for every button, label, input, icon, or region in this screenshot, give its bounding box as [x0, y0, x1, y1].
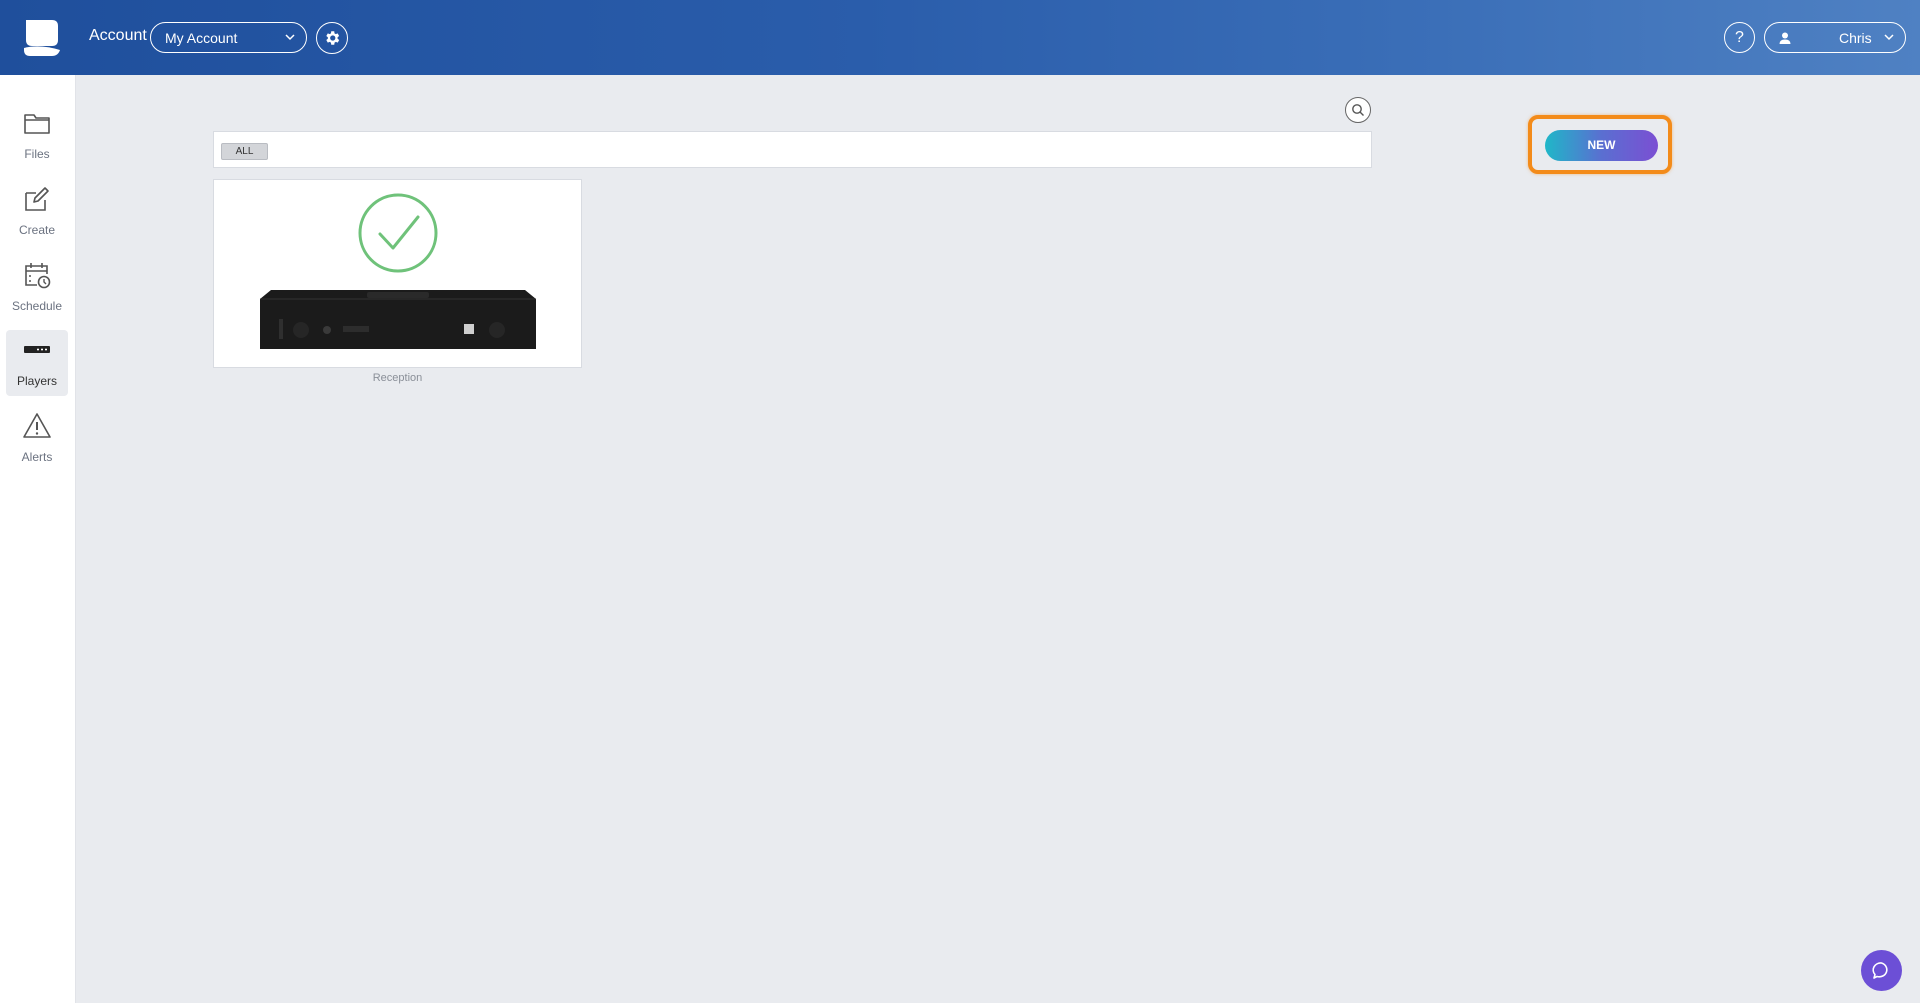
folder-icon [24, 114, 50, 134]
account-label: Account [89, 27, 147, 44]
chat-bubble-icon [1872, 962, 1888, 979]
app-logo[interactable] [22, 18, 62, 58]
sidebar-item-label: Create [18, 223, 56, 237]
sidebar-nav: Files Create Schedule Players Alerts [0, 75, 76, 1003]
new-player-button[interactable]: NEW [1545, 130, 1658, 161]
sidebar-item-create[interactable]: Create [6, 179, 68, 245]
user-icon [1779, 32, 1791, 44]
player-device-image [260, 290, 536, 349]
sidebar-item-label: Schedule [11, 299, 63, 313]
search-icon [1352, 104, 1364, 116]
search-button[interactable] [1345, 97, 1371, 123]
sidebar-item-label: Files [24, 147, 50, 161]
sidebar-item-players[interactable]: Players [6, 330, 68, 396]
account-select-value: My Account [165, 30, 238, 46]
status-online-check-icon [358, 193, 438, 273]
help-button[interactable]: ? [1724, 22, 1755, 53]
sidebar-item-files[interactable]: Files [6, 103, 68, 169]
gear-icon [326, 31, 340, 45]
user-menu-button[interactable]: Chris [1764, 22, 1906, 53]
sidebar-item-label: Players [16, 374, 57, 388]
filter-chip-all[interactable]: ALL [221, 143, 268, 160]
sidebar-item-alerts[interactable]: Alerts [6, 406, 68, 472]
player-card-reception[interactable] [213, 179, 582, 368]
player-device-icon [24, 346, 50, 353]
sidebar-item-schedule[interactable]: Schedule [6, 255, 68, 321]
sidebar-item-label: Alerts [21, 450, 53, 464]
user-name: Chris [1839, 30, 1872, 46]
chevron-down-icon [285, 34, 295, 41]
account-select[interactable]: My Account [150, 22, 307, 53]
chevron-down-icon [1884, 34, 1894, 41]
top-header: Account My Account ? Chris [0, 0, 1920, 75]
chat-button[interactable] [1861, 950, 1902, 991]
filter-bar[interactable]: ALL [213, 131, 1372, 168]
player-name-label: Reception [372, 372, 423, 384]
edit-icon [25, 187, 49, 211]
warning-icon [23, 413, 51, 438]
account-settings-button[interactable] [316, 22, 348, 54]
calendar-clock-icon [25, 263, 51, 289]
